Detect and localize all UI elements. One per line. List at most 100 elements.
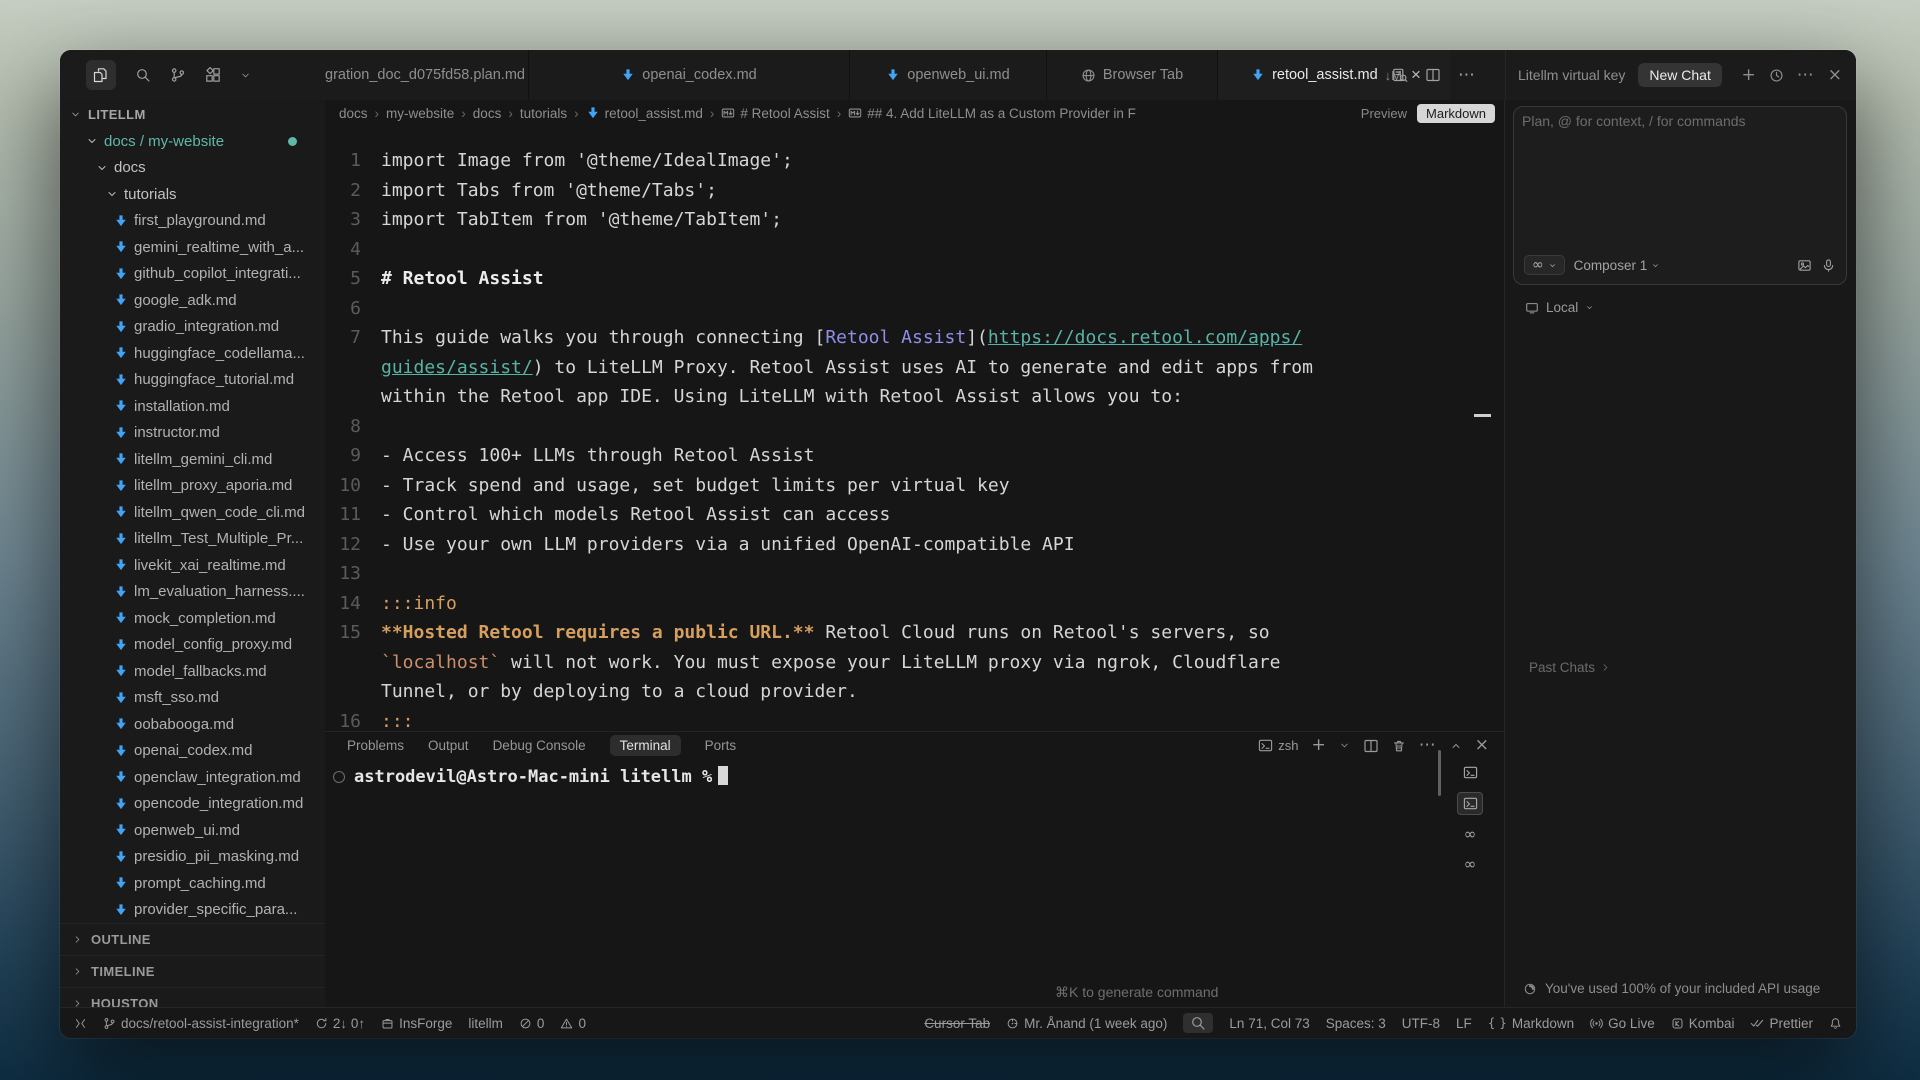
split-editor-icon[interactable] bbox=[1425, 67, 1441, 83]
extensions-icon[interactable] bbox=[205, 67, 221, 83]
panel-tab-ports[interactable]: Ports bbox=[705, 738, 737, 753]
file-google-adk-md[interactable]: google_adk.md bbox=[60, 287, 325, 314]
file-huggingface-codellama[interactable]: huggingface_codellama... bbox=[60, 340, 325, 367]
folder-docs[interactable]: docs bbox=[60, 155, 325, 182]
more-icon[interactable]: ⋯ bbox=[1458, 67, 1476, 84]
status-0[interactable]: 0 bbox=[519, 1016, 545, 1031]
status-mr-nand-1-week-ago[interactable]: Mr. Ånand (1 week ago) bbox=[1006, 1016, 1167, 1031]
source-control-icon[interactable] bbox=[170, 67, 186, 83]
chevron-up-icon[interactable] bbox=[1450, 740, 1462, 752]
file-gradio-integration-md[interactable]: gradio_integration.md bbox=[60, 314, 325, 341]
model-selector[interactable]: ∞ bbox=[1524, 255, 1565, 275]
status-ln-71-col-73[interactable]: Ln 71, Col 73 bbox=[1229, 1016, 1309, 1031]
breadcrumb-item-tutorials[interactable]: tutorials bbox=[520, 106, 567, 121]
past-chats-link[interactable]: Past Chats bbox=[1529, 660, 1611, 675]
tab-browser-tab[interactable]: Browser Tab bbox=[1047, 50, 1218, 100]
chevron-down-icon[interactable] bbox=[1339, 740, 1350, 751]
search-icon[interactable] bbox=[135, 67, 151, 83]
status-litellm[interactable]: litellm bbox=[468, 1016, 503, 1031]
terminal-prompt[interactable]: astrodevil@Astro-Mac-mini litellm % bbox=[354, 766, 728, 787]
status-spaces-3[interactable]: Spaces: 3 bbox=[1326, 1016, 1386, 1031]
code-editor[interactable]: 1import Image from '@theme/IdealImage';2… bbox=[325, 126, 1505, 731]
activity-item-files[interactable] bbox=[86, 60, 116, 90]
breadcrumb-item-retool-assist-md[interactable]: retool_assist.md bbox=[586, 106, 703, 121]
image-icon[interactable] bbox=[1797, 258, 1812, 273]
chat-tab-new-chat[interactable]: New Chat bbox=[1638, 63, 1721, 87]
file-oobabooga-md[interactable]: oobabooga.md bbox=[60, 711, 325, 738]
file-openclaw-integration-md[interactable]: openclaw_integration.md bbox=[60, 764, 325, 791]
status-insforge[interactable]: InsForge bbox=[381, 1016, 452, 1031]
preview-button[interactable]: Preview bbox=[1361, 106, 1407, 121]
status-cursor-tab[interactable]: Cursor Tab bbox=[924, 1016, 990, 1031]
status-kombai[interactable]: Kombai bbox=[1671, 1016, 1735, 1031]
split-editor-icon[interactable] bbox=[1363, 738, 1379, 754]
section-timeline[interactable]: TIMELINE bbox=[60, 955, 325, 987]
status-go-live[interactable]: Go Live bbox=[1590, 1016, 1655, 1031]
panel-tab-output[interactable]: Output bbox=[428, 738, 469, 753]
file-github-copilot-integrati[interactable]: github_copilot_integrati... bbox=[60, 261, 325, 288]
file-litellm-qwen-code-cli-md[interactable]: litellm_qwen_code_cli.md bbox=[60, 499, 325, 526]
close-icon[interactable]: × bbox=[1475, 737, 1489, 754]
chat-tab-litellm-virtual-key[interactable]: Litellm virtual key bbox=[1518, 67, 1625, 83]
breadcrumb-item-4-add-litellm-as-a-custom-provider-in-f[interactable]: ## 4. Add LiteLLM as a Custom Provider i… bbox=[848, 106, 1136, 121]
terminal-scrollbar[interactable] bbox=[1438, 750, 1441, 796]
folder-docs-my-website[interactable]: docs / my-website bbox=[60, 128, 325, 155]
tab-gration-doc-d075fd58-plan-md[interactable]: gration_doc_d075fd58.plan.md bbox=[322, 50, 529, 100]
file-instructor-md[interactable]: instructor.md bbox=[60, 420, 325, 447]
status-docs-retool-assist-integration[interactable]: docs/retool-assist-integration* bbox=[103, 1016, 299, 1031]
status-utf-8[interactable]: UTF-8 bbox=[1402, 1016, 1440, 1031]
plus-icon[interactable]: + bbox=[1742, 67, 1756, 84]
context-selector[interactable]: Local bbox=[1525, 300, 1594, 315]
project-section-header[interactable]: LITELLM bbox=[60, 100, 325, 128]
file-gemini-realtime-with-a[interactable]: gemini_realtime_with_a... bbox=[60, 234, 325, 261]
close-icon[interactable]: × bbox=[1828, 67, 1842, 84]
status-bell[interactable] bbox=[1829, 1017, 1842, 1030]
file-litellm-gemini-cli-md[interactable]: litellm_gemini_cli.md bbox=[60, 446, 325, 473]
panel-tab-problems[interactable]: Problems bbox=[347, 738, 404, 753]
status-markdown[interactable]: { }Markdown bbox=[1488, 1016, 1574, 1031]
section-outline[interactable]: OUTLINE bbox=[60, 923, 325, 955]
file-lm-evaluation-harness[interactable]: lm_evaluation_harness.... bbox=[60, 579, 325, 606]
status-remote[interactable] bbox=[74, 1017, 87, 1030]
status-prettier[interactable]: Prettier bbox=[1750, 1016, 1813, 1031]
file-prompt-caching-md[interactable]: prompt_caching.md bbox=[60, 870, 325, 897]
plus-icon[interactable]: + bbox=[1312, 737, 1326, 754]
terminal-instance-infinity[interactable]: ∞ bbox=[1458, 824, 1482, 845]
breadcrumb-item-docs[interactable]: docs bbox=[473, 106, 502, 121]
markdown-mode-button[interactable]: Markdown bbox=[1417, 104, 1495, 123]
file-model-fallbacks-md[interactable]: model_fallbacks.md bbox=[60, 658, 325, 685]
file-openweb-ui-md[interactable]: openweb_ui.md bbox=[60, 817, 325, 844]
status-search[interactable] bbox=[1183, 1013, 1213, 1033]
chat-input[interactable] bbox=[1520, 111, 1840, 225]
panel-tab-terminal[interactable]: Terminal bbox=[610, 735, 681, 756]
more-icon[interactable]: ⋯ bbox=[1419, 737, 1437, 754]
file-opencode-integration-md[interactable]: opencode_integration.md bbox=[60, 791, 325, 818]
status-0[interactable]: 0 bbox=[560, 1016, 586, 1031]
file-huggingface-tutorial-md[interactable]: huggingface_tutorial.md bbox=[60, 367, 325, 394]
tab-openai-codex-md[interactable]: openai_codex.md bbox=[529, 50, 850, 100]
file-model-config-proxy-md[interactable]: model_config_proxy.md bbox=[60, 632, 325, 659]
shell-profile[interactable]: zsh bbox=[1258, 738, 1298, 753]
breadcrumb-item-my-website[interactable]: my-website bbox=[386, 106, 454, 121]
terminal-instance-infinity[interactable]: ∞ bbox=[1458, 854, 1482, 875]
file-mock-completion-md[interactable]: mock_completion.md bbox=[60, 605, 325, 632]
file-msft-sso-md[interactable]: msft_sso.md bbox=[60, 685, 325, 712]
file-litellm-proxy-aporia-md[interactable]: litellm_proxy_aporia.md bbox=[60, 473, 325, 500]
history-icon[interactable] bbox=[1769, 68, 1784, 83]
trash-icon[interactable] bbox=[1392, 739, 1406, 753]
more-icon[interactable]: ⋯ bbox=[1797, 67, 1815, 84]
folder-tutorials[interactable]: tutorials bbox=[60, 181, 325, 208]
file-installation-md[interactable]: installation.md bbox=[60, 393, 325, 420]
status-2-0[interactable]: 2↓ 0↑ bbox=[315, 1016, 365, 1031]
chevron-down-icon[interactable] bbox=[240, 70, 251, 81]
file-presidio-pii-masking-md[interactable]: presidio_pii_masking.md bbox=[60, 844, 325, 871]
terminal-instance-terminal[interactable] bbox=[1457, 792, 1483, 815]
section-houston[interactable]: HOUSTON bbox=[60, 987, 325, 1008]
panel-tab-debug-console[interactable]: Debug Console bbox=[493, 738, 586, 753]
tab-openweb-ui-md[interactable]: openweb_ui.md bbox=[850, 50, 1047, 100]
file-litellm-test-multiple-pr[interactable]: litellm_Test_Multiple_Pr... bbox=[60, 526, 325, 553]
file-openai-codex-md[interactable]: openai_codex.md bbox=[60, 738, 325, 765]
markdown-preview-icon[interactable] bbox=[1392, 67, 1408, 83]
file-provider-specific-para[interactable]: provider_specific_para... bbox=[60, 897, 325, 924]
breadcrumb-item-docs[interactable]: docs bbox=[339, 106, 368, 121]
